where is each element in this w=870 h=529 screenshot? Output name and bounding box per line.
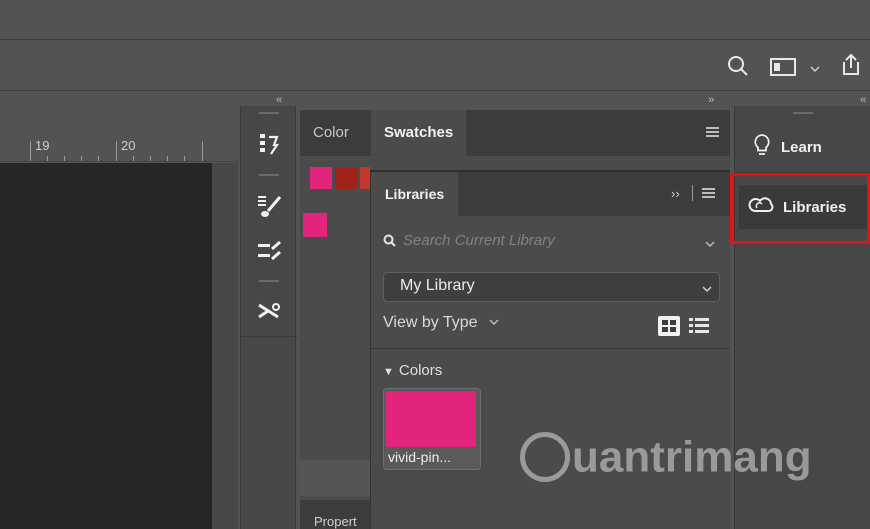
learn-panel-button[interactable]: Learn — [735, 124, 870, 170]
search-icon[interactable] — [727, 55, 749, 81]
swatch[interactable] — [303, 213, 327, 237]
library-select[interactable]: My Library — [383, 272, 720, 302]
panel-menu-icon[interactable] — [706, 127, 719, 139]
view-by-type-dropdown[interactable]: View by Type — [383, 314, 500, 332]
watermark: uantrimang — [520, 430, 812, 483]
library-color-swatch[interactable]: vivid-pin... — [383, 388, 481, 470]
chevron-down-icon[interactable] — [704, 236, 716, 253]
expand-right-icon[interactable]: ›› — [708, 94, 714, 106]
swatch-color-fill — [386, 391, 476, 447]
tab-color[interactable]: Color — [300, 110, 362, 156]
expand-panel-icon[interactable]: ›› — [671, 186, 680, 201]
document-canvas[interactable] — [0, 163, 212, 529]
search-placeholder: Search Current Library — [403, 232, 555, 249]
colors-section-title: Colors — [398, 362, 443, 379]
share-icon[interactable] — [838, 52, 864, 83]
clone-source-icon[interactable] — [241, 290, 297, 334]
chevron-down-icon — [488, 314, 500, 331]
ruler-label: 20 — [121, 138, 136, 153]
swatch-row — [310, 167, 372, 191]
tab-properties[interactable]: Propert — [300, 500, 370, 529]
library-select-value: My Library — [400, 277, 475, 294]
lightbulb-icon — [753, 133, 771, 162]
panel-menu-icon[interactable] — [702, 188, 715, 200]
collapse-left-icon[interactable]: ‹‹ — [276, 94, 282, 106]
panel-icon-dock — [240, 106, 297, 529]
highlight-box — [730, 173, 870, 244]
view-by-label: View by Type — [383, 314, 478, 331]
swatch[interactable] — [360, 167, 370, 189]
canvas-scroll-strip — [212, 163, 238, 529]
tab-swatches[interactable]: Swatches — [371, 110, 467, 156]
list-view-icon[interactable] — [689, 316, 709, 336]
tab-libraries[interactable]: Libraries — [371, 172, 459, 216]
swatches-footer — [300, 460, 370, 496]
brush-settings-icon[interactable] — [241, 184, 297, 228]
menu-bar — [0, 0, 870, 40]
chevron-down-icon[interactable] — [809, 61, 821, 79]
swatch[interactable] — [310, 167, 332, 189]
options-bar — [0, 41, 870, 91]
watermark-text: uantrimang — [572, 432, 812, 482]
library-search[interactable]: Search Current Library — [383, 230, 718, 258]
colors-section-header[interactable]: ▼ Colors — [383, 362, 442, 379]
learn-label: Learn — [781, 138, 822, 156]
watermark-logo-icon — [520, 432, 570, 483]
libraries-panel-tabs: Libraries ›› — [371, 172, 730, 216]
chevron-down-icon — [701, 281, 713, 299]
horizontal-ruler: 19 20 — [0, 132, 238, 162]
color-panel-tabs: Color Swatches — [300, 110, 730, 156]
swatch-label: vivid-pin... — [388, 449, 452, 465]
workspace-icon[interactable] — [770, 57, 796, 82]
grid-view-icon[interactable] — [658, 316, 680, 336]
brush-presets-icon[interactable] — [241, 230, 297, 274]
collapse-left-icon[interactable]: ‹‹ — [860, 94, 866, 106]
search-icon — [383, 234, 396, 251]
swatch[interactable] — [335, 167, 357, 189]
history-icon[interactable] — [241, 122, 297, 166]
triangle-down-icon: ▼ — [383, 366, 394, 378]
ruler-label: 19 — [35, 138, 50, 153]
